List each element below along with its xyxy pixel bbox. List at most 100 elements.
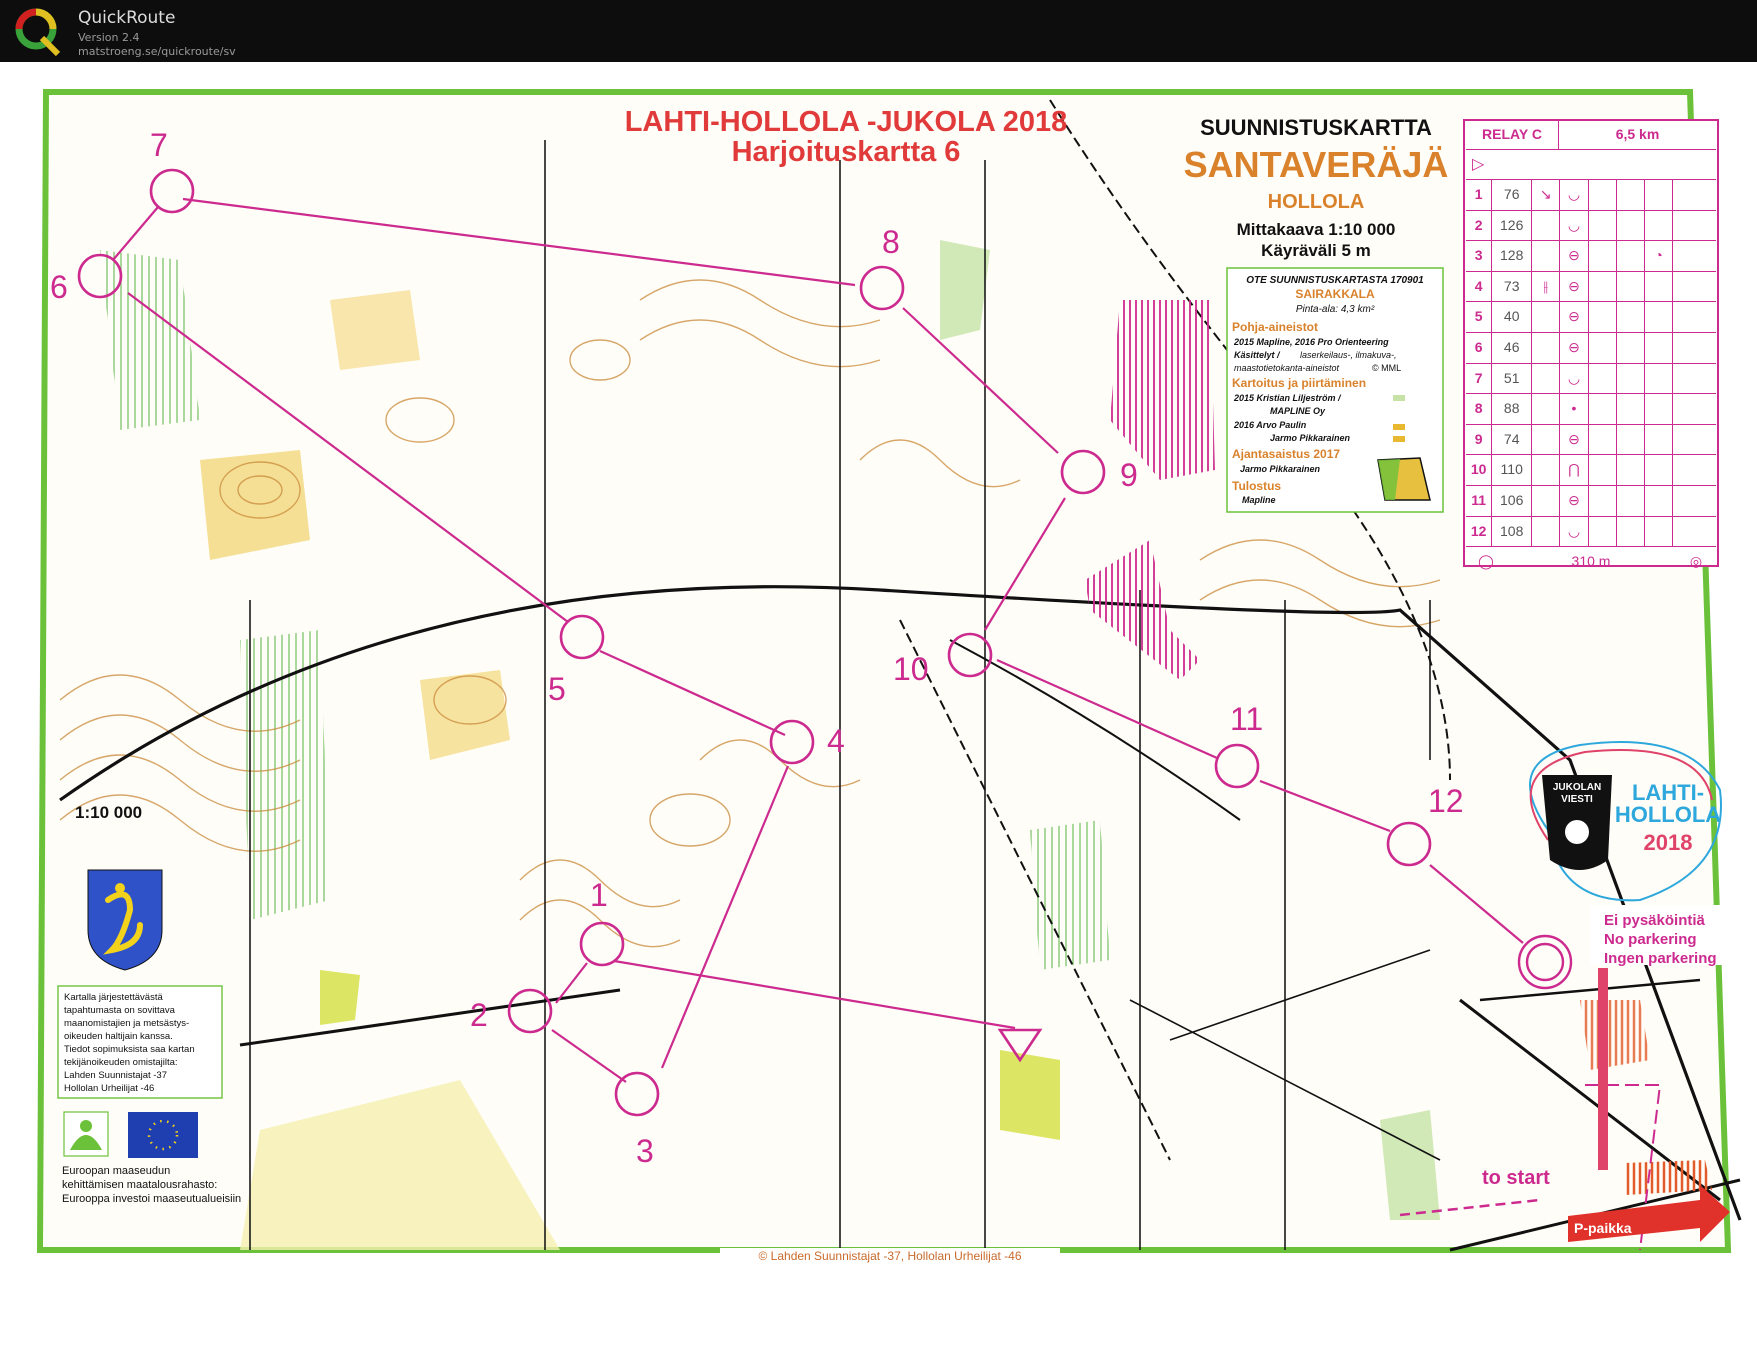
- info-box: OTE SUUNNISTUSKARTASTA 170901 SAIRAKKALA…: [1226, 267, 1444, 513]
- control-number-10: 10: [893, 651, 929, 687]
- control-card-col6: [1617, 424, 1646, 455]
- control-card-code: 51: [1492, 363, 1533, 394]
- control-card-code: 74: [1492, 424, 1533, 455]
- control-card-code: 88: [1492, 394, 1533, 424]
- control-card-extra: [1645, 210, 1674, 241]
- control-number-4: 4: [827, 723, 845, 759]
- control-card-feature: ⊖: [1560, 302, 1589, 332]
- control-card-col5: [1589, 271, 1617, 302]
- control-card-number: 8: [1466, 394, 1493, 424]
- control-card-col8: [1673, 211, 1716, 241]
- info-mapping-line3: 2016 Arvo Paulin: [1233, 420, 1307, 430]
- control-card-col8: [1673, 425, 1716, 455]
- control-card-row: 8 88 •: [1466, 394, 1716, 425]
- map-canvas[interactable]: 1 2 3 4 5 6 7 8 9 10 11 12 LAHTI-HOLLOLA…: [0, 62, 1757, 1342]
- logo-line5: 2018: [1644, 830, 1693, 855]
- info-base-line3: laserkeilaus-, ilmakuva-,: [1300, 350, 1397, 360]
- control-card-extra: [1645, 180, 1674, 210]
- control-card-col8: [1673, 486, 1716, 516]
- control-card-col6: [1617, 332, 1646, 363]
- control-card-direction: [1532, 332, 1561, 363]
- control-card-extra: [1645, 271, 1674, 302]
- control-card-number: 5: [1466, 302, 1493, 332]
- parking-note-line3: Ingen parkering: [1604, 950, 1717, 967]
- control-card-direction: [1532, 516, 1561, 547]
- info-print-heading: Tulostus: [1232, 479, 1281, 493]
- control-card-extra: ◔: [1645, 241, 1674, 271]
- control-card-code: 126: [1492, 210, 1533, 241]
- control-card-number: 11: [1466, 485, 1493, 516]
- control-number-8: 8: [882, 224, 900, 260]
- permission-line5: Tiedot sopimuksista saa kartan: [64, 1044, 195, 1055]
- control-card-col6: [1617, 210, 1646, 241]
- info-mapping-heading: Kartoitus ja piirtäminen: [1232, 376, 1366, 390]
- permission-line3: maanomistajien ja metsästys-: [64, 1018, 189, 1029]
- legend-swatch-yellow: [1393, 424, 1405, 430]
- permission-line4: oikeuden haltijain kanssa.: [64, 1031, 173, 1042]
- map-scale: Mittakaava 1:10 000: [1237, 220, 1396, 239]
- info-base-heading: Pohja-aineistot: [1232, 320, 1318, 334]
- control-card-col5: [1589, 394, 1617, 424]
- control-card-direction: [1532, 363, 1561, 394]
- hollola-coat-of-arms-icon: [87, 869, 163, 971]
- control-card-col8: [1673, 180, 1716, 210]
- control-card-number: 4: [1466, 271, 1493, 302]
- legend-swatch-green: [1393, 395, 1405, 401]
- control-card-col6: [1617, 241, 1646, 271]
- logo-line4: HOLLOLA: [1615, 802, 1721, 827]
- eu-text-line3: Eurooppa investoi maaseutualueisiin: [62, 1193, 241, 1205]
- control-card-col8: [1673, 455, 1716, 485]
- permission-line1: Kartalla järjestettävästä: [64, 992, 163, 1003]
- control-card-row: 4 73 ⫲ ⊖: [1466, 271, 1716, 303]
- control-card-col5: [1589, 516, 1617, 547]
- control-card-number: 9: [1466, 424, 1493, 455]
- control-card-number: 1: [1466, 180, 1493, 210]
- control-number-12: 12: [1428, 783, 1464, 819]
- course-length: 6,5 km: [1615, 126, 1660, 142]
- eu-text-line1: Euroopan maaseudun: [62, 1165, 170, 1177]
- control-card-feature: ◡: [1560, 210, 1589, 241]
- info-mapping-line1: 2015 Kristian Liljeström /: [1233, 393, 1342, 403]
- parking-zone: [1625, 1160, 1712, 1195]
- control-card-number: 6: [1466, 332, 1493, 363]
- control-card-direction: ↘: [1532, 180, 1561, 210]
- app-version: Version 2.4: [78, 31, 140, 44]
- control-card-number: 10: [1466, 455, 1493, 485]
- control-card-code: 128: [1492, 241, 1533, 271]
- control-card-extra: [1645, 516, 1674, 547]
- control-number-1: 1: [590, 877, 608, 913]
- control-card-col6: [1617, 516, 1646, 547]
- finish-row: ◯ 310 m ◎: [1466, 547, 1716, 575]
- control-card-col8: [1673, 241, 1716, 271]
- control-card-direction: [1532, 241, 1561, 271]
- control-card-code: 76: [1492, 180, 1533, 210]
- app-url[interactable]: matstroeng.se/quickroute/sv: [78, 45, 236, 58]
- map-title-line2: Harjoituskartta 6: [732, 136, 961, 168]
- map-contour-interval: Käyräväli 5 m: [1261, 241, 1371, 260]
- control-card-number: 2: [1466, 210, 1493, 241]
- control-card-col8: [1673, 364, 1716, 394]
- control-card-extra: [1645, 424, 1674, 455]
- control-card-code: 106: [1492, 485, 1533, 516]
- control-card-code: 40: [1492, 302, 1533, 332]
- control-card-feature: ⊖: [1560, 241, 1589, 271]
- info-size: Pinta-ala: 4,3 km²: [1296, 304, 1375, 315]
- control-card-extra: [1645, 455, 1674, 485]
- parking-note-line1: Ei pysäköintiä: [1604, 912, 1706, 929]
- control-card-feature: ⋂: [1560, 455, 1589, 485]
- info-base-mml: © MML: [1372, 363, 1401, 373]
- control-card-col5: [1589, 210, 1617, 241]
- eu-text-line2: kehittämisen maatalousrahasto:: [62, 1179, 217, 1191]
- control-card-col8: [1673, 517, 1716, 547]
- control-card-row: 2 126 ◡: [1466, 210, 1716, 242]
- control-card-col8: [1673, 302, 1716, 332]
- info-extract: OTE SUUNNISTUSKARTASTA 170901: [1246, 275, 1424, 286]
- permission-line6: tekijänoikeuden omistajilta:: [64, 1057, 178, 1068]
- info-area: SAIRAKKALA: [1295, 287, 1375, 301]
- control-number-7: 7: [150, 127, 168, 163]
- control-card-col8: [1673, 394, 1716, 424]
- relay-label: RELAY C: [1466, 120, 1559, 149]
- logo-line2: VIESTI: [1561, 794, 1593, 805]
- control-card-feature: ⊖: [1560, 271, 1589, 302]
- control-card-col6: [1617, 271, 1646, 302]
